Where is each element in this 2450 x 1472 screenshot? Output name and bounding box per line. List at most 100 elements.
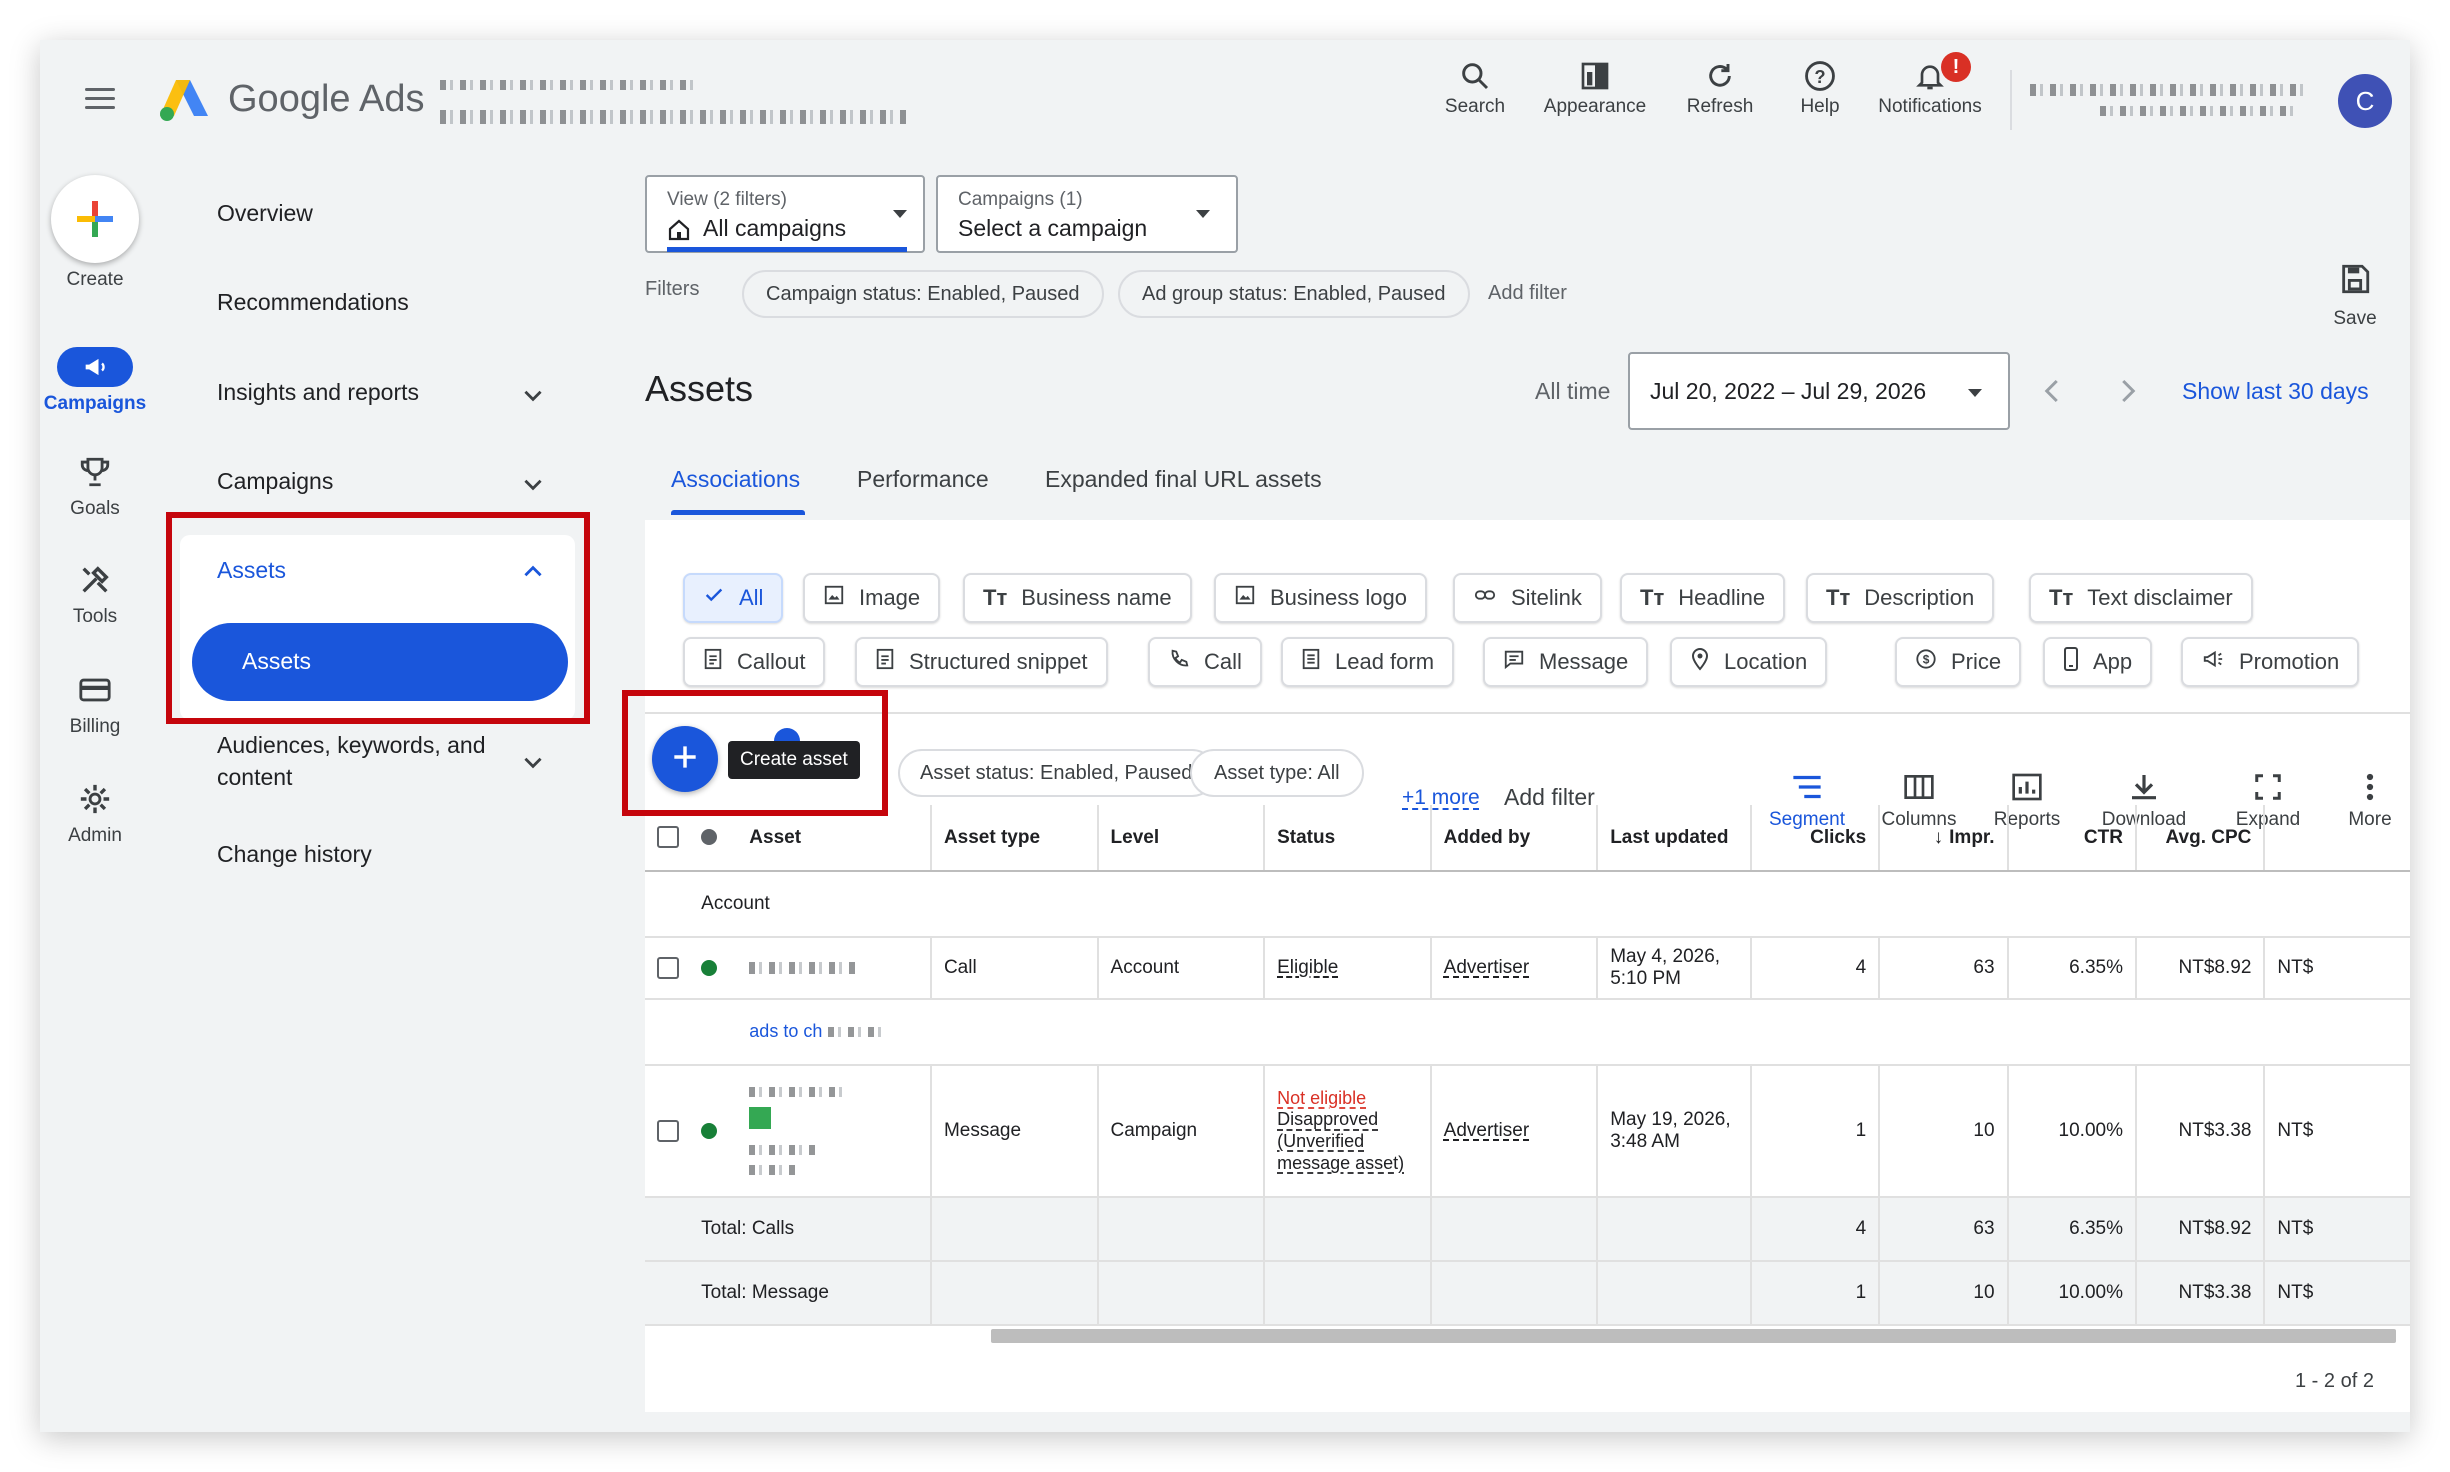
nav-insights[interactable]: Insights and reports — [217, 379, 419, 406]
nav-change-history[interactable]: Change history — [217, 841, 372, 868]
tab-associations[interactable]: Associations — [671, 466, 800, 493]
tab-performance[interactable]: Performance — [857, 466, 989, 493]
asset-type-promotion-chip[interactable]: Promotion — [2181, 637, 2360, 687]
col-impr[interactable]: ↓ Impr. — [1878, 805, 2008, 872]
asset-type-business-logo-chip[interactable]: Business logo — [1214, 573, 1427, 623]
google-ads-logo-icon — [158, 76, 210, 129]
cell-impr: 63 — [1878, 937, 2008, 1000]
menu-icon[interactable] — [85, 82, 115, 115]
col-asset-type[interactable]: Asset type — [929, 805, 1098, 872]
last-updated-time: 3:48 AM — [1610, 1131, 1680, 1152]
row-checkbox[interactable] — [657, 956, 679, 979]
table-link-row: ads to ch — [645, 999, 2410, 1066]
total-label: Total: Message — [689, 1261, 931, 1326]
nav-overview[interactable]: Overview — [217, 200, 313, 227]
image-icon — [823, 584, 845, 612]
tools-icon — [40, 558, 150, 602]
status-not-eligible[interactable]: Not eligible — [1277, 1088, 1418, 1110]
trophy-icon — [40, 450, 150, 494]
rail-admin[interactable]: Admin — [40, 777, 150, 847]
search-button[interactable]: Search — [1430, 56, 1520, 118]
status-eligible[interactable]: Eligible — [1277, 957, 1338, 978]
col-last-updated[interactable]: Last updated — [1596, 805, 1751, 872]
add-filter-link[interactable]: Add filter — [1488, 282, 1567, 305]
tab-expanded-final-url-assets[interactable]: Expanded final URL assets — [1045, 466, 1322, 493]
asset-type-text-disclaimer-chip[interactable]: Tт Text disclaimer — [2029, 573, 2253, 623]
col-level[interactable]: Level — [1096, 805, 1265, 872]
added-by-value[interactable]: Advertiser — [1444, 957, 1530, 978]
nav-audiences-line2[interactable]: content — [217, 764, 292, 791]
appearance-button[interactable]: Appearance — [1530, 56, 1660, 118]
asset-type-location-chip[interactable]: Location — [1670, 637, 1828, 687]
asset-type-structured-snippet-chip[interactable]: Structured snippet — [855, 637, 1108, 687]
chevron-down-icon[interactable] — [520, 382, 546, 413]
enabled-status-dot — [701, 1122, 718, 1139]
asset-status-filter-chip[interactable]: Asset status: Enabled, Paused — [898, 749, 1217, 797]
create-button[interactable]: Create — [40, 175, 150, 291]
select-all-checkbox[interactable] — [657, 826, 679, 849]
help-button[interactable]: ? Help — [1780, 56, 1860, 118]
nav-audiences-line1[interactable]: Audiences, keywords, and — [217, 732, 486, 759]
col-added-by[interactable]: Added by — [1429, 805, 1598, 872]
asset-type-image-chip[interactable]: Image — [803, 573, 941, 623]
asset-type-headline-chip[interactable]: Tт Headline — [1620, 573, 1786, 623]
save-button[interactable]: Save — [2320, 262, 2390, 330]
chevron-down-icon[interactable] — [520, 749, 546, 780]
date-range-picker[interactable]: Jul 20, 2022 – Jul 29, 2026 — [1628, 352, 2010, 430]
status-reason-line2: message asset) — [1277, 1152, 1405, 1173]
promotion-icon — [2201, 648, 2225, 676]
asset-type-business-name-chip[interactable]: Tт Business name — [963, 573, 1192, 623]
refresh-button[interactable]: Refresh — [1670, 56, 1770, 118]
campaign-select[interactable]: Campaigns (1) Select a campaign — [936, 175, 1238, 253]
cell-status[interactable]: Eligible — [1263, 937, 1431, 1000]
cell-last-updated: May 4, 2026, 5:10 PM — [1596, 937, 1751, 1000]
cell-last-updated: May 19, 2026, 3:48 AM — [1596, 1065, 1751, 1198]
show-last-30-days-link[interactable]: Show last 30 days — [2182, 378, 2369, 405]
highlight-box-assets-nav — [166, 512, 590, 724]
message-asset-image — [749, 1107, 772, 1129]
asset-type-filter-chip[interactable]: Asset type: All — [1190, 749, 1364, 797]
rail-campaigns[interactable]: Campaigns — [40, 345, 150, 415]
avatar[interactable]: C — [2338, 74, 2392, 128]
asset-type-callout-chip[interactable]: Callout — [683, 637, 826, 687]
notifications-button[interactable]: ! Notifications — [1865, 52, 1995, 118]
asset-type-sitelink-chip[interactable]: Sitelink — [1453, 573, 1602, 623]
table-total-row: Total: Message 1 10 10.00% NT$3.38 NT$ — [645, 1261, 2410, 1326]
col-asset[interactable]: Asset — [737, 805, 931, 872]
rail-billing[interactable]: Billing — [40, 668, 150, 738]
chevron-down-icon[interactable] — [520, 471, 546, 502]
col-clicks[interactable]: Clicks — [1749, 805, 1880, 872]
view-select[interactable]: View (2 filters) All campaigns — [645, 175, 925, 253]
nav-campaigns[interactable]: Campaigns — [217, 468, 333, 495]
next-period-icon[interactable] — [2112, 374, 2142, 413]
cell-status[interactable]: Not eligible Disapproved (Unverified mes… — [1263, 1065, 1431, 1198]
ad-group-status-filter-chip[interactable]: Ad group status: Enabled, Paused — [1118, 270, 1470, 318]
table-row[interactable]: Message Campaign Not eligible Disapprove… — [645, 1065, 2410, 1198]
row-checkbox[interactable] — [657, 1119, 679, 1142]
col-ctr[interactable]: CTR — [2006, 805, 2136, 872]
rail-tools[interactable]: Tools — [40, 558, 150, 628]
asset-type-message-chip[interactable]: Message — [1483, 637, 1649, 687]
previous-period-icon[interactable] — [2038, 374, 2068, 413]
col-status[interactable]: Status — [1263, 805, 1431, 872]
asset-type-app-chip[interactable]: App — [2043, 637, 2153, 687]
asset-link-text[interactable]: ads to ch — [749, 1021, 822, 1041]
asset-type-sitelink-label: Sitelink — [1511, 585, 1582, 610]
asset-type-call-chip[interactable]: Call — [1148, 637, 1262, 687]
asset-type-price-chip[interactable]: $ Price — [1895, 637, 2022, 687]
status-disapproved[interactable]: Disapproved — [1277, 1109, 1418, 1131]
redacted-text — [828, 1026, 889, 1037]
asset-type-all-chip[interactable]: All — [683, 573, 784, 623]
table-row[interactable]: Call Account Eligible Advertiser May 4, … — [645, 937, 2410, 1000]
price-icon: $ — [1915, 648, 1937, 676]
asset-type-price-label: Price — [1951, 649, 2002, 674]
added-by-value[interactable]: Advertiser — [1444, 1120, 1530, 1141]
horizontal-scrollbar[interactable] — [991, 1329, 2396, 1343]
rail-goals[interactable]: Goals — [40, 450, 150, 520]
col-avg-cpc[interactable]: Avg. CPC — [2134, 805, 2265, 872]
enabled-status-dot — [701, 959, 718, 976]
nav-recommendations[interactable]: Recommendations — [217, 289, 409, 316]
asset-type-description-chip[interactable]: Tт Description — [1806, 573, 1995, 623]
asset-type-lead-form-chip[interactable]: Lead form — [1281, 637, 1455, 687]
campaign-status-filter-chip[interactable]: Campaign status: Enabled, Paused — [742, 270, 1104, 318]
